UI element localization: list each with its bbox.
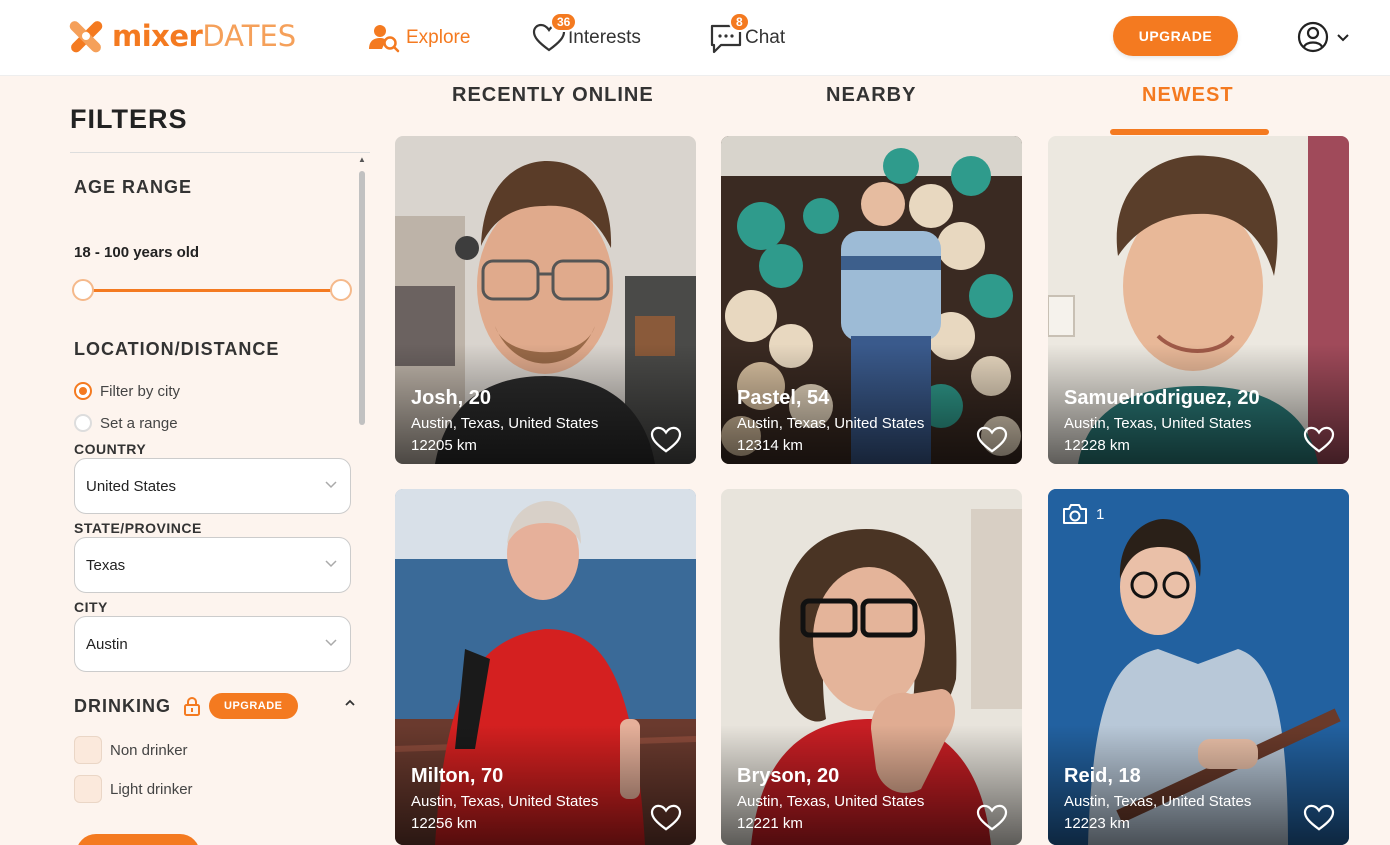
filters-sidebar: FILTERS ▲ AGE RANGE 18 - 100 years old L… bbox=[0, 76, 372, 845]
profile-location: Austin, Texas, United States bbox=[1064, 793, 1252, 810]
profile-name: Reid, 18 bbox=[1064, 765, 1141, 787]
profile-location: Austin, Texas, United States bbox=[737, 415, 925, 432]
lock-icon bbox=[184, 696, 200, 716]
country-value: United States bbox=[86, 477, 177, 495]
camera-icon bbox=[1063, 504, 1087, 524]
profile-name: Milton, 70 bbox=[411, 765, 504, 787]
checkbox[interactable] bbox=[74, 775, 102, 803]
tab-recently-online[interactable]: RECENTLY ONLINE bbox=[452, 84, 654, 107]
profile-card[interactable]: Milton, 70 Austin, Texas, United States … bbox=[395, 489, 696, 845]
state-value: Texas bbox=[86, 556, 126, 574]
radio-button[interactable] bbox=[74, 414, 92, 432]
nav-explore[interactable]: Explore bbox=[368, 18, 470, 58]
profile-distance: 12314 km bbox=[737, 437, 803, 454]
city-value: Austin bbox=[86, 635, 128, 653]
profile-location: Austin, Texas, United States bbox=[411, 415, 599, 432]
chat-badge: 8 bbox=[729, 12, 750, 32]
age-range-value: 18 - 100 years old bbox=[74, 244, 200, 261]
logo-text-mixer: mixer bbox=[112, 19, 203, 53]
upgrade-button[interactable]: UPGRADE bbox=[1113, 16, 1238, 56]
profile-name: Pastel, 54 bbox=[737, 387, 830, 409]
profile-name: Josh, 20 bbox=[411, 387, 492, 409]
profile-location: Austin, Texas, United States bbox=[411, 793, 599, 810]
user-circle-icon bbox=[1297, 21, 1329, 53]
photo-count: 1 bbox=[1096, 505, 1105, 523]
radio-label: Filter by city bbox=[100, 382, 181, 400]
drinking-section-header[interactable]: DRINKING UPGRADE bbox=[74, 692, 356, 720]
profile-distance: 12256 km bbox=[411, 815, 477, 832]
profile-distance: 12221 km bbox=[737, 815, 803, 832]
drinking-upgrade-button[interactable]: UPGRADE bbox=[209, 693, 298, 719]
like-heart-icon[interactable] bbox=[650, 804, 682, 832]
checkbox[interactable] bbox=[74, 736, 102, 764]
profile-card[interactable]: 1 Reid, 18 Austin, Texas, United States … bbox=[1048, 489, 1349, 845]
profile-card[interactable]: Pastel, 54 Austin, Texas, United States … bbox=[721, 136, 1022, 464]
checkbox-label: Non drinker bbox=[110, 741, 188, 759]
state-label: STATE/PROVINCE bbox=[74, 520, 202, 536]
profile-card[interactable]: Josh, 20 Austin, Texas, United States 12… bbox=[395, 136, 696, 464]
profile-distance: 12223 km bbox=[1064, 815, 1130, 832]
like-heart-icon[interactable] bbox=[1303, 426, 1335, 454]
city-label: CITY bbox=[74, 599, 108, 615]
like-heart-icon[interactable] bbox=[650, 426, 682, 454]
nav-explore-label: Explore bbox=[406, 27, 471, 48]
interests-badge: 36 bbox=[550, 12, 578, 32]
scroll-up-arrow-icon[interactable]: ▲ bbox=[358, 156, 366, 164]
logo-mark-icon bbox=[69, 21, 103, 53]
radio-set-a-range[interactable]: Set a range bbox=[74, 414, 178, 432]
nav-interests[interactable]: 36 Interests bbox=[532, 12, 641, 58]
profile-name: Samuelrodriguez, 20 bbox=[1064, 387, 1260, 409]
nav-interests-label: Interests bbox=[568, 27, 641, 48]
results-tabs: RECENTLY ONLINE NEARBY NEWEST bbox=[372, 76, 1390, 136]
chevron-down-icon bbox=[1337, 34, 1349, 42]
active-tab-indicator bbox=[1110, 129, 1269, 135]
profile-distance: 12228 km bbox=[1064, 437, 1130, 454]
apply-filters-button[interactable] bbox=[76, 834, 200, 845]
profile-name: Bryson, 20 bbox=[737, 765, 840, 787]
radio-label: Set a range bbox=[100, 414, 178, 432]
chevron-down-icon bbox=[325, 639, 337, 647]
tab-nearby[interactable]: NEARBY bbox=[826, 84, 916, 107]
profile-card[interactable]: Bryson, 20 Austin, Texas, United States … bbox=[721, 489, 1022, 845]
top-nav-bar: mixerDATES Explore 36 Interests 8 Chat U… bbox=[0, 0, 1390, 76]
location-distance-label: LOCATION/DISTANCE bbox=[74, 339, 280, 359]
scroll-thumb[interactable] bbox=[359, 171, 365, 425]
tab-newest[interactable]: NEWEST bbox=[1142, 84, 1234, 107]
profile-location: Austin, Texas, United States bbox=[737, 793, 925, 810]
like-heart-icon[interactable] bbox=[976, 426, 1008, 454]
logo-text-dates: DATES bbox=[202, 19, 297, 53]
country-select[interactable]: United States bbox=[74, 458, 351, 514]
like-heart-icon[interactable] bbox=[976, 804, 1008, 832]
slider-track bbox=[82, 289, 342, 292]
filters-divider bbox=[70, 152, 370, 153]
radio-filter-by-city[interactable]: Filter by city bbox=[74, 382, 180, 400]
account-menu[interactable] bbox=[1296, 20, 1350, 54]
profile-distance: 12205 km bbox=[411, 437, 477, 454]
country-label: COUNTRY bbox=[74, 441, 147, 457]
profile-location: Austin, Texas, United States bbox=[1064, 415, 1252, 432]
radio-button-checked[interactable] bbox=[74, 382, 92, 400]
city-select[interactable]: Austin bbox=[74, 616, 351, 672]
chevron-up-icon[interactable] bbox=[344, 698, 356, 708]
chevron-down-icon bbox=[325, 481, 337, 489]
drinking-label: DRINKING bbox=[74, 695, 171, 716]
sidebar-scrollbar[interactable]: ▲ bbox=[358, 156, 366, 845]
nav-chat-label: Chat bbox=[745, 27, 786, 48]
checkbox-light-drinker[interactable]: Light drinker bbox=[74, 775, 193, 803]
slider-max-handle[interactable] bbox=[330, 279, 352, 301]
age-range-label: AGE RANGE bbox=[74, 177, 193, 197]
user-search-icon bbox=[369, 25, 400, 53]
profile-card[interactable]: Samuelrodriguez, 20 Austin, Texas, Unite… bbox=[1048, 136, 1349, 464]
filters-title: FILTERS bbox=[70, 104, 188, 134]
nav-chat[interactable]: 8 Chat bbox=[709, 12, 786, 58]
mixerdates-logo[interactable]: mixerDATES bbox=[68, 16, 296, 56]
slider-min-handle[interactable] bbox=[72, 279, 94, 301]
checkbox-non-drinker[interactable]: Non drinker bbox=[74, 736, 188, 764]
state-select[interactable]: Texas bbox=[74, 537, 351, 593]
chevron-down-icon bbox=[325, 560, 337, 568]
photo-count-indicator: 1 bbox=[1062, 503, 1104, 525]
age-range-slider[interactable] bbox=[72, 278, 354, 302]
checkbox-label: Light drinker bbox=[110, 780, 193, 798]
like-heart-icon[interactable] bbox=[1303, 804, 1335, 832]
